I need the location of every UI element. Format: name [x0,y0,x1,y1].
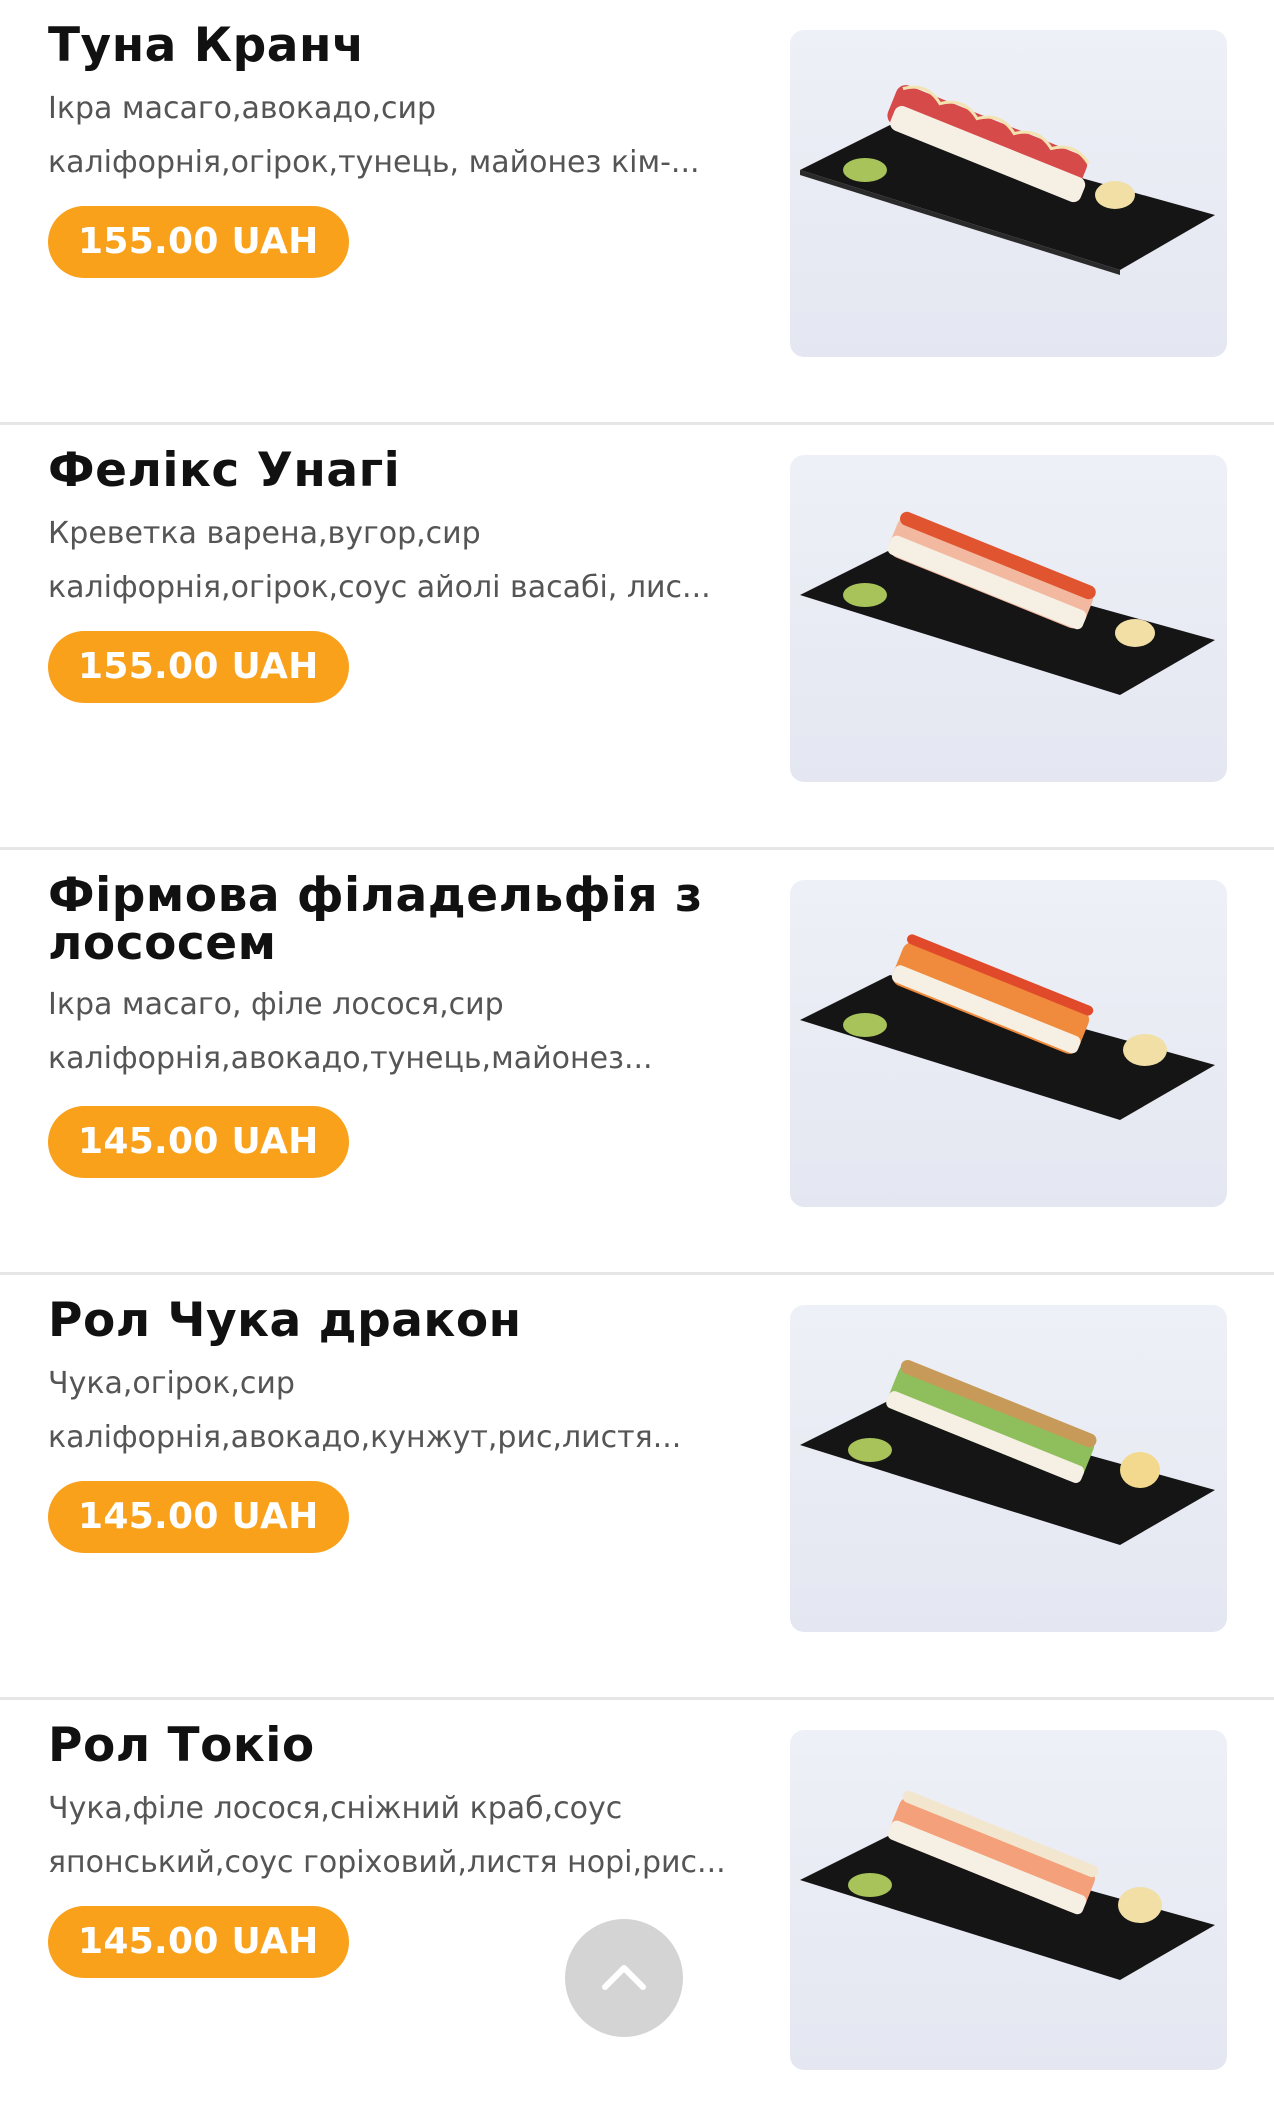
sushi-roll-image [800,934,1215,1120]
item-title[interactable]: Рол Токіо [48,1722,748,1770]
item-photo[interactable] [790,30,1227,357]
item-description: Ікра масаго,авокадо,сир каліфорнія,огіро… [48,82,748,190]
item-description: Чука,огірок,сир каліфорнія,авокадо,кунжу… [48,1357,748,1465]
item-title-line: Фірмова філадельфія з [48,868,703,923]
item-description-line: Чука,філе лосося,сніжний краб,соус [48,1791,623,1826]
price-button[interactable]: 145.00 UAH [48,1481,349,1553]
item-title[interactable]: Фірмова філадельфія з лососем [48,872,748,968]
item-description-line: каліфорнія,авокадо,кунжут,рис,листя... [48,1420,682,1455]
item-photo[interactable] [790,1730,1227,2070]
price-button[interactable]: 155.00 UAH [48,206,349,278]
item-info: Фелікс Унагі Креветка варена,вугор,сир к… [48,447,748,703]
price-button[interactable]: 155.00 UAH [48,631,349,703]
sushi-roll-image [800,511,1215,695]
item-description-line: Чука,огірок,сир [48,1366,295,1401]
scroll-to-top-button[interactable] [565,1919,683,2037]
item-description-line: японський,соус горіховий,листя норі,рис.… [48,1845,726,1880]
menu-item-tuna-crunch[interactable]: Туна Кранч Ікра масаго,авокадо,сир каліф… [0,0,1274,425]
item-description-line: каліфорнія,авокадо,тунець,майонез... [48,1041,653,1076]
menu-item-chuka-dragon[interactable]: Рол Чука дракон Чука,огірок,сир каліфорн… [0,1275,1274,1700]
menu-list: Туна Кранч Ікра масаго,авокадо,сир каліф… [0,0,1274,2125]
item-description-line: Креветка варена,вугор,сир [48,516,481,551]
item-photo[interactable] [790,455,1227,782]
item-title[interactable]: Рол Чука дракон [48,1297,748,1345]
item-description: Креветка варена,вугор,сир каліфорнія,огі… [48,507,748,615]
item-info: Фірмова філадельфія з лососем Ікра масаг… [48,872,748,1178]
item-title[interactable]: Фелікс Унагі [48,447,748,495]
item-title-line: лососем [48,916,277,971]
item-title[interactable]: Туна Кранч [48,22,748,70]
item-description: Чука,філе лосося,сніжний краб,соус японс… [48,1782,748,1890]
item-description: Ікра масаго, філе лосося,сир каліфорнія,… [48,978,748,1086]
item-description-line: Ікра масаго, філе лосося,сир [48,987,504,1022]
menu-item-felix-unagi[interactable]: Фелікс Унагі Креветка варена,вугор,сир к… [0,425,1274,850]
sushi-roll-image [800,1359,1215,1545]
item-description-line: каліфорнія,огірок,соус айолі васабі, лис… [48,570,711,605]
item-info: Туна Кранч Ікра масаго,авокадо,сир каліф… [48,22,748,278]
chevron-up-icon [602,1965,646,1990]
item-description-line: Ікра масаго,авокадо,сир [48,91,437,126]
price-button[interactable]: 145.00 UAH [48,1906,349,1978]
item-photo[interactable] [790,1305,1227,1632]
item-info: Рол Чука дракон Чука,огірок,сир каліфорн… [48,1297,748,1553]
item-description-line: каліфорнія,огірок,тунець, майонез кім-..… [48,145,700,180]
item-photo[interactable] [790,880,1227,1207]
sushi-roll-image [800,1790,1215,1980]
menu-item-tokyo[interactable]: Рол Токіо Чука,філе лосося,сніжний краб,… [0,1700,1274,2125]
sushi-roll-image [800,85,1215,275]
menu-item-philadelphia-salmon[interactable]: Фірмова філадельфія з лососем Ікра масаг… [0,850,1274,1275]
price-button[interactable]: 145.00 UAH [48,1106,349,1178]
